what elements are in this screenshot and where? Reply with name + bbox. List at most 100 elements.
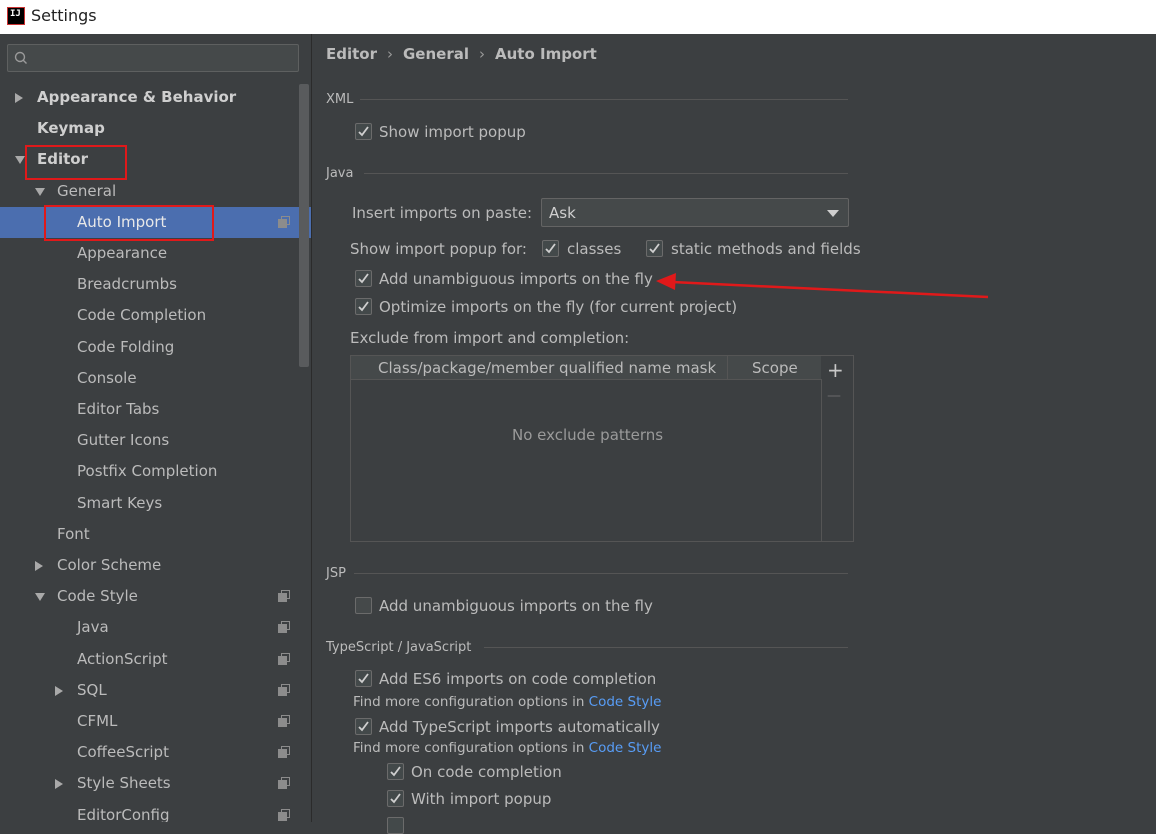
editor-highlight-box bbox=[25, 145, 127, 180]
jsp-add-unambiguous-checkbox[interactable] bbox=[355, 597, 372, 614]
jsp-add-unambiguous-label[interactable]: Add unambiguous imports on the fly bbox=[379, 597, 653, 615]
project-settings-icon bbox=[278, 746, 290, 759]
tree-item-label: Appearance bbox=[77, 244, 168, 262]
tree-item-code-style[interactable]: Code Style bbox=[0, 581, 311, 612]
project-settings-icon bbox=[278, 590, 290, 603]
add-unambiguous-checkbox[interactable] bbox=[355, 270, 372, 287]
on-code-completion-label[interactable]: On code completion bbox=[411, 763, 562, 781]
expand-right-icon[interactable] bbox=[35, 561, 43, 571]
tree-item-general[interactable]: General bbox=[0, 176, 311, 207]
tree-item-label: Keymap bbox=[37, 119, 105, 138]
es6-imports-label[interactable]: Add ES6 imports on code completion bbox=[379, 670, 656, 688]
tree-item-editorconfig[interactable]: EditorConfig bbox=[0, 800, 311, 822]
tree-item-label: Code Style bbox=[57, 587, 138, 606]
tree-item-style-sheets[interactable]: Style Sheets bbox=[0, 768, 311, 799]
exclude-label: Exclude from import and completion: bbox=[350, 329, 630, 347]
tree-item-appearance-behavior[interactable]: Appearance & Behavior bbox=[0, 82, 311, 113]
title-bar: IJ Settings bbox=[0, 0, 1156, 34]
tree-item-label: CoffeeScript bbox=[77, 743, 169, 762]
exclude-table: Class/package/member qualified name mask… bbox=[350, 355, 854, 542]
column-header-mask[interactable]: Class/package/member qualified name mask bbox=[351, 356, 728, 379]
project-settings-icon bbox=[278, 621, 290, 634]
tree-item-cfml[interactable]: CFML bbox=[0, 706, 311, 737]
code-style-link[interactable]: Code Style bbox=[589, 740, 662, 756]
tree-item-label: Smart Keys bbox=[77, 493, 163, 512]
expand-down-icon[interactable] bbox=[35, 187, 45, 196]
tree-item-label: Java bbox=[77, 618, 109, 637]
tree-item-keymap[interactable]: Keymap bbox=[0, 113, 311, 144]
settings-content: Editor › General › Auto Import XML Show impo… bbox=[311, 34, 1156, 834]
expand-right-icon[interactable] bbox=[15, 93, 23, 103]
partially-visible-checkbox[interactable] bbox=[387, 817, 404, 834]
code-style-link[interactable]: Code Style bbox=[589, 694, 662, 710]
breadcrumb: Editor › General › Auto Import bbox=[326, 45, 597, 63]
add-icon[interactable]: + bbox=[827, 358, 844, 382]
xml-section-title: XML bbox=[326, 92, 354, 107]
tree-item-label: General bbox=[57, 181, 117, 200]
expand-right-icon[interactable] bbox=[55, 685, 63, 696]
optimize-imports-label[interactable]: Optimize imports on the fly (for current… bbox=[379, 298, 737, 316]
tree-item-breadcrumbs[interactable]: Breadcrumbs bbox=[0, 269, 311, 300]
ts-auto-imports-label[interactable]: Add TypeScript imports automatically bbox=[379, 718, 660, 736]
with-import-popup-label[interactable]: With import popup bbox=[411, 790, 551, 808]
find-more-text: Find more configuration options in Code … bbox=[353, 694, 662, 710]
add-unambiguous-label[interactable]: Add unambiguous imports on the fly bbox=[379, 270, 653, 288]
tree-item-label: EditorConfig bbox=[77, 805, 170, 822]
classes-checkbox[interactable] bbox=[542, 240, 559, 257]
tree-item-color-scheme[interactable]: Color Scheme bbox=[0, 550, 311, 581]
tree-item-label: ActionScript bbox=[77, 649, 168, 668]
table-header: Class/package/member qualified name mask… bbox=[351, 356, 821, 380]
xml-show-import-popup-checkbox[interactable] bbox=[355, 123, 372, 140]
tree-item-smart-keys[interactable]: Smart Keys bbox=[0, 488, 311, 519]
insert-on-paste-value: Ask bbox=[549, 204, 576, 222]
tree-item-editor-tabs[interactable]: Editor Tabs bbox=[0, 394, 311, 425]
with-import-popup-checkbox[interactable] bbox=[387, 790, 404, 807]
project-settings-icon bbox=[278, 715, 290, 727]
optimize-imports-checkbox[interactable] bbox=[355, 298, 372, 315]
project-settings-icon bbox=[278, 652, 290, 665]
column-header-scope[interactable]: Scope bbox=[728, 356, 821, 379]
tree-item-label: Font bbox=[57, 524, 90, 543]
tree-item-code-completion[interactable]: Code Completion bbox=[0, 300, 311, 331]
expand-right-icon[interactable] bbox=[55, 779, 63, 790]
tree-item-java[interactable]: Java bbox=[0, 612, 311, 643]
classes-label[interactable]: classes bbox=[567, 240, 621, 258]
tree-item-actionscript[interactable]: ActionScript bbox=[0, 644, 311, 675]
tree-item-console[interactable]: Console bbox=[0, 363, 311, 394]
ts-auto-imports-checkbox[interactable] bbox=[355, 718, 372, 735]
es6-imports-checkbox[interactable] bbox=[355, 670, 372, 687]
window-title: Settings bbox=[31, 6, 97, 25]
intellij-logo-icon: IJ bbox=[7, 7, 25, 25]
sidebar-scrollbar[interactable] bbox=[299, 84, 309, 367]
tree-item-font[interactable]: Font bbox=[0, 519, 311, 550]
breadcrumb-auto-import: Auto Import bbox=[495, 45, 597, 63]
show-popup-for-label: Show import popup for: bbox=[350, 240, 527, 258]
insert-on-paste-label: Insert imports on paste: bbox=[352, 204, 533, 222]
xml-show-import-popup-label[interactable]: Show import popup bbox=[379, 123, 526, 141]
breadcrumb-general: General bbox=[403, 45, 469, 63]
tree-item-appearance[interactable]: Appearance bbox=[0, 238, 311, 269]
table-body[interactable]: No exclude patterns bbox=[351, 379, 822, 541]
tree-item-gutter-icons[interactable]: Gutter Icons bbox=[0, 425, 311, 456]
tree-item-label: Gutter Icons bbox=[77, 431, 170, 450]
tree-item-coffeescript[interactable]: CoffeeScript bbox=[0, 737, 311, 768]
tree-item-sql[interactable]: SQL bbox=[0, 675, 311, 706]
settings-sidebar: Appearance & Behavior Keymap Editor General… bbox=[0, 34, 311, 822]
tree-item-postfix-completion[interactable]: Postfix Completion bbox=[0, 456, 311, 487]
insert-on-paste-select[interactable]: Ask bbox=[541, 198, 849, 227]
on-code-completion-checkbox[interactable] bbox=[387, 763, 404, 780]
tree-item-code-folding[interactable]: Code Folding bbox=[0, 332, 311, 363]
remove-icon[interactable]: — bbox=[827, 388, 841, 404]
tree-item-label: Postfix Completion bbox=[77, 462, 218, 481]
tree-item-label: Editor Tabs bbox=[77, 400, 160, 418]
tree-item-label: Code Completion bbox=[77, 306, 207, 325]
static-methods-checkbox[interactable] bbox=[646, 240, 663, 257]
empty-table-text: No exclude patterns bbox=[512, 426, 664, 444]
search-icon bbox=[14, 51, 27, 64]
divider bbox=[360, 99, 848, 100]
expand-down-icon[interactable] bbox=[15, 156, 25, 165]
expand-down-icon[interactable] bbox=[35, 593, 45, 602]
search-input[interactable] bbox=[7, 44, 299, 72]
static-methods-label[interactable]: static methods and fields bbox=[671, 240, 861, 258]
divider bbox=[364, 173, 848, 174]
